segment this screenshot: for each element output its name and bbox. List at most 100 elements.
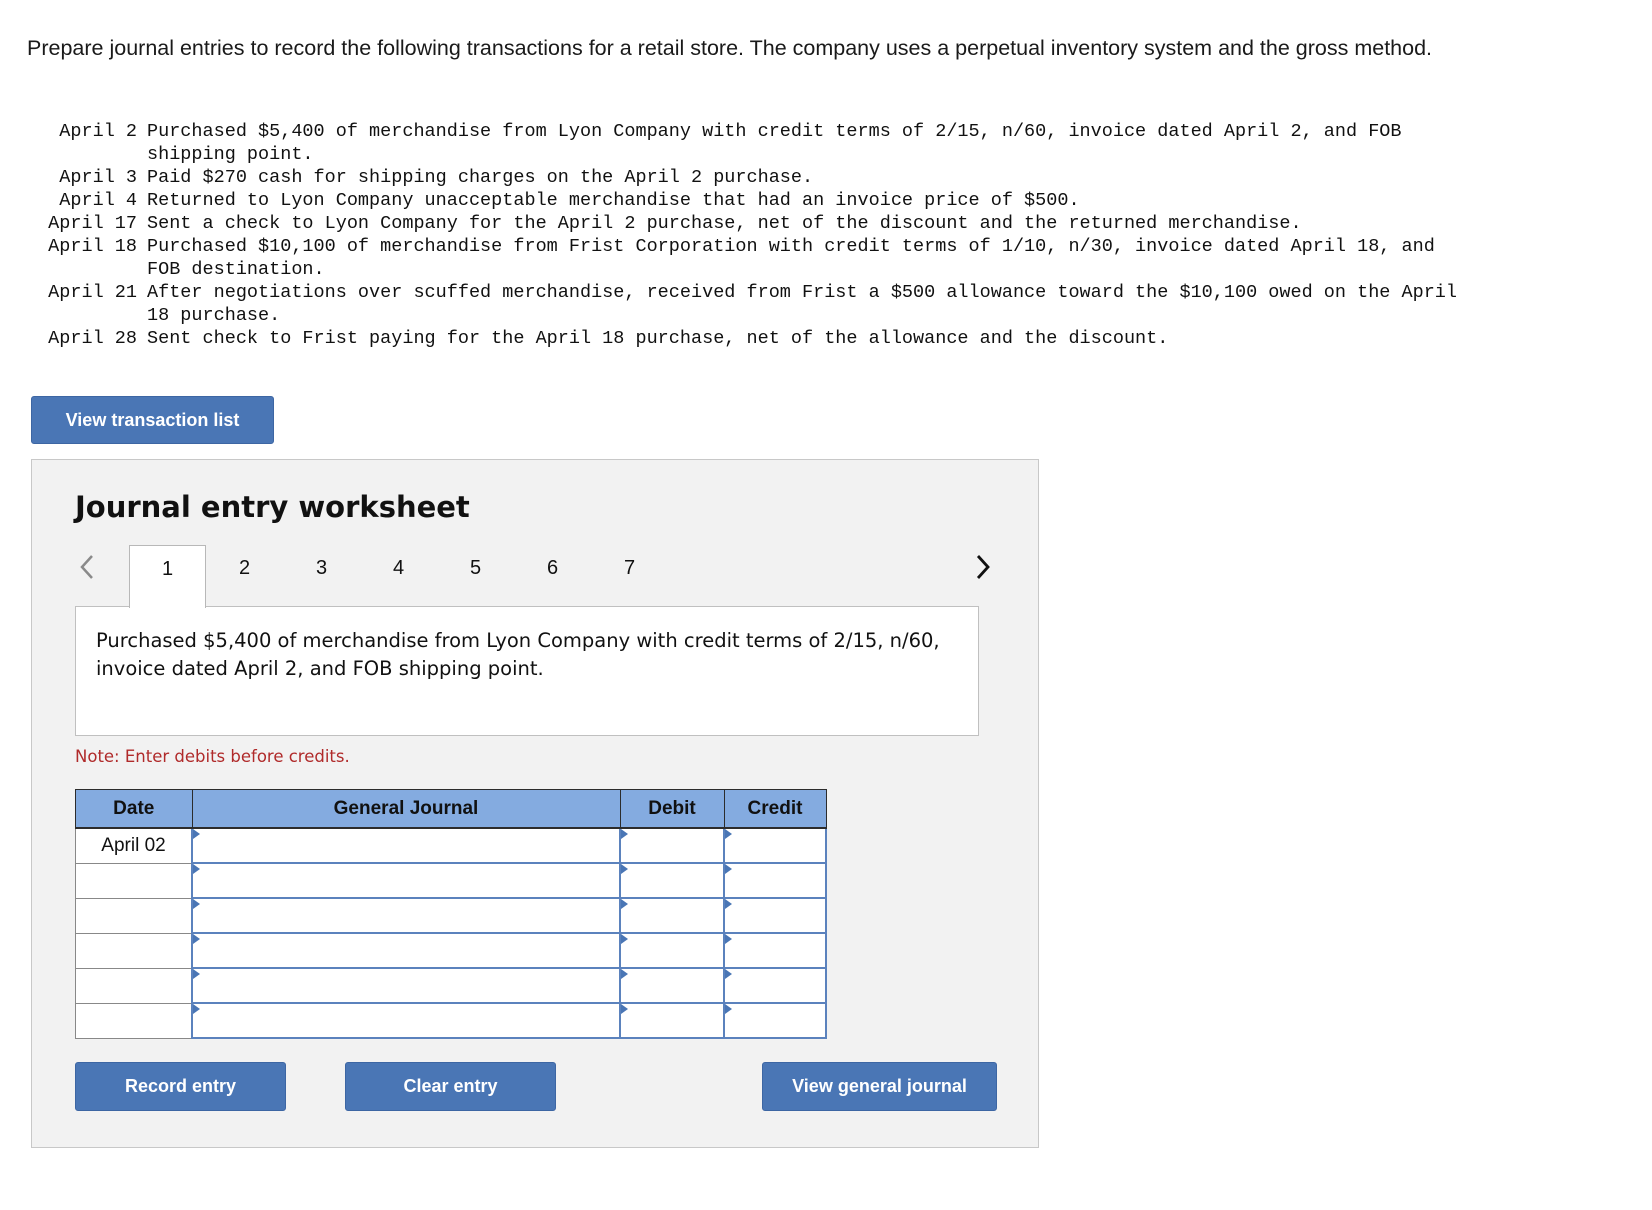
credit-cell[interactable] [723, 1002, 827, 1039]
credit-cell[interactable] [723, 827, 827, 864]
transaction-text: Purchased $5,400 of merchandise from Lyo… [147, 121, 1402, 165]
credit-input[interactable] [725, 1004, 825, 1037]
tab-7[interactable]: 7 [591, 545, 668, 607]
dropdown-marker-icon [621, 1004, 628, 1014]
credit-cell[interactable] [723, 967, 827, 1004]
clear-entry-button[interactable]: Clear entry [345, 1062, 556, 1111]
tab-2[interactable]: 2 [206, 545, 283, 607]
tab-3[interactable]: 3 [283, 545, 360, 607]
account-input[interactable] [193, 864, 619, 897]
instructions: Prepare journal entries to record the fo… [27, 36, 1433, 60]
transaction-list: April 2 Purchased $5,400 of merchandise f… [27, 120, 1467, 350]
record-entry-button[interactable]: Record entry [75, 1062, 286, 1111]
dropdown-marker-icon [193, 864, 200, 874]
debit-input[interactable] [621, 969, 723, 1002]
debit-cell[interactable] [619, 1002, 725, 1039]
transaction-date: April 18 [48, 236, 137, 257]
date-cell [75, 967, 193, 1004]
transaction-date: April 17 [48, 213, 137, 234]
tab-1[interactable]: 1 [129, 545, 206, 608]
transaction-item: April 3 Paid $270 cash for shipping charg… [27, 166, 1467, 189]
transaction-item: April 21 After negotiations over scuffed … [27, 281, 1467, 327]
account-cell[interactable] [191, 967, 621, 1004]
column-header-date: Date [75, 789, 193, 829]
account-cell[interactable] [191, 897, 621, 934]
dropdown-marker-icon [621, 969, 628, 979]
date-cell: April 02 [75, 827, 193, 864]
chevron-right-icon[interactable] [972, 552, 994, 582]
debit-input[interactable] [621, 934, 723, 967]
credit-cell[interactable] [723, 897, 827, 934]
account-input[interactable] [193, 969, 619, 1002]
transaction-text: Sent check to Frist paying for the April… [147, 328, 1169, 349]
credit-input[interactable] [725, 864, 825, 897]
transaction-description: Purchased $5,400 of merchandise from Lyo… [75, 606, 979, 736]
transaction-text: Purchased $10,100 of merchandise from Fr… [147, 236, 1435, 280]
tab-5[interactable]: 5 [437, 545, 514, 607]
credit-input[interactable] [725, 899, 825, 932]
table-row [75, 862, 827, 899]
transaction-item: April 2 Purchased $5,400 of merchandise f… [27, 120, 1467, 166]
debit-input[interactable] [621, 1004, 723, 1037]
debit-cell[interactable] [619, 967, 725, 1004]
table-row [75, 967, 827, 1004]
worksheet-title: Journal entry worksheet [75, 490, 470, 524]
dropdown-marker-icon [621, 934, 628, 944]
debit-input[interactable] [621, 864, 723, 897]
account-input[interactable] [193, 1004, 619, 1037]
account-cell[interactable] [191, 827, 621, 864]
dropdown-marker-icon [725, 829, 732, 839]
account-input[interactable] [193, 899, 619, 932]
date-cell [75, 932, 193, 969]
dropdown-marker-icon [725, 934, 732, 944]
credit-input[interactable] [725, 969, 825, 1002]
transaction-date: April 2 [59, 121, 137, 142]
debit-cell[interactable] [619, 932, 725, 969]
dropdown-marker-icon [725, 969, 732, 979]
credit-input[interactable] [725, 934, 825, 967]
chevron-left-icon[interactable] [76, 552, 98, 582]
dropdown-marker-icon [725, 899, 732, 909]
dropdown-marker-icon [725, 1004, 732, 1014]
credit-input[interactable] [725, 829, 825, 862]
transaction-date: April 4 [59, 190, 137, 211]
transaction-tabs: 1 2 3 4 5 6 7 [129, 545, 668, 608]
view-general-journal-button[interactable]: View general journal [762, 1062, 997, 1111]
credit-cell[interactable] [723, 862, 827, 899]
dropdown-marker-icon [193, 829, 200, 839]
transaction-text: Returned to Lyon Company unacceptable me… [147, 190, 1080, 211]
column-header-general-journal: General Journal [191, 789, 621, 829]
account-cell[interactable] [191, 862, 621, 899]
transaction-date: April 3 [59, 167, 137, 188]
account-cell[interactable] [191, 932, 621, 969]
date-cell [75, 862, 193, 899]
debit-cell[interactable] [619, 827, 725, 864]
dropdown-marker-icon [193, 934, 200, 944]
debit-input[interactable] [621, 829, 723, 862]
column-header-debit: Debit [619, 789, 725, 829]
transaction-item: April 18 Purchased $10,100 of merchandise… [27, 235, 1467, 281]
account-input[interactable] [193, 934, 619, 967]
dropdown-marker-icon [621, 864, 628, 874]
table-row: April 02 [75, 827, 827, 864]
account-cell[interactable] [191, 1002, 621, 1039]
table-row [75, 932, 827, 969]
debit-cell[interactable] [619, 862, 725, 899]
account-input[interactable] [193, 829, 619, 862]
transaction-text: Paid $270 cash for shipping charges on t… [147, 167, 814, 188]
tab-4[interactable]: 4 [360, 545, 437, 607]
dropdown-marker-icon [621, 829, 628, 839]
credit-cell[interactable] [723, 932, 827, 969]
column-header-credit: Credit [723, 789, 827, 829]
transaction-item: April 17 Sent a check to Lyon Company for… [27, 212, 1467, 235]
journal-header-row: Date General Journal Debit Credit [75, 789, 827, 829]
view-transaction-list-button[interactable]: View transaction list [31, 396, 274, 444]
debit-input[interactable] [621, 899, 723, 932]
tab-6[interactable]: 6 [514, 545, 591, 607]
transaction-text: Sent a check to Lyon Company for the Apr… [147, 213, 1302, 234]
dropdown-marker-icon [725, 864, 732, 874]
debit-cell[interactable] [619, 897, 725, 934]
dropdown-marker-icon [193, 969, 200, 979]
table-row [75, 1002, 827, 1039]
transaction-text: After negotiations over scuffed merchand… [147, 282, 1458, 326]
